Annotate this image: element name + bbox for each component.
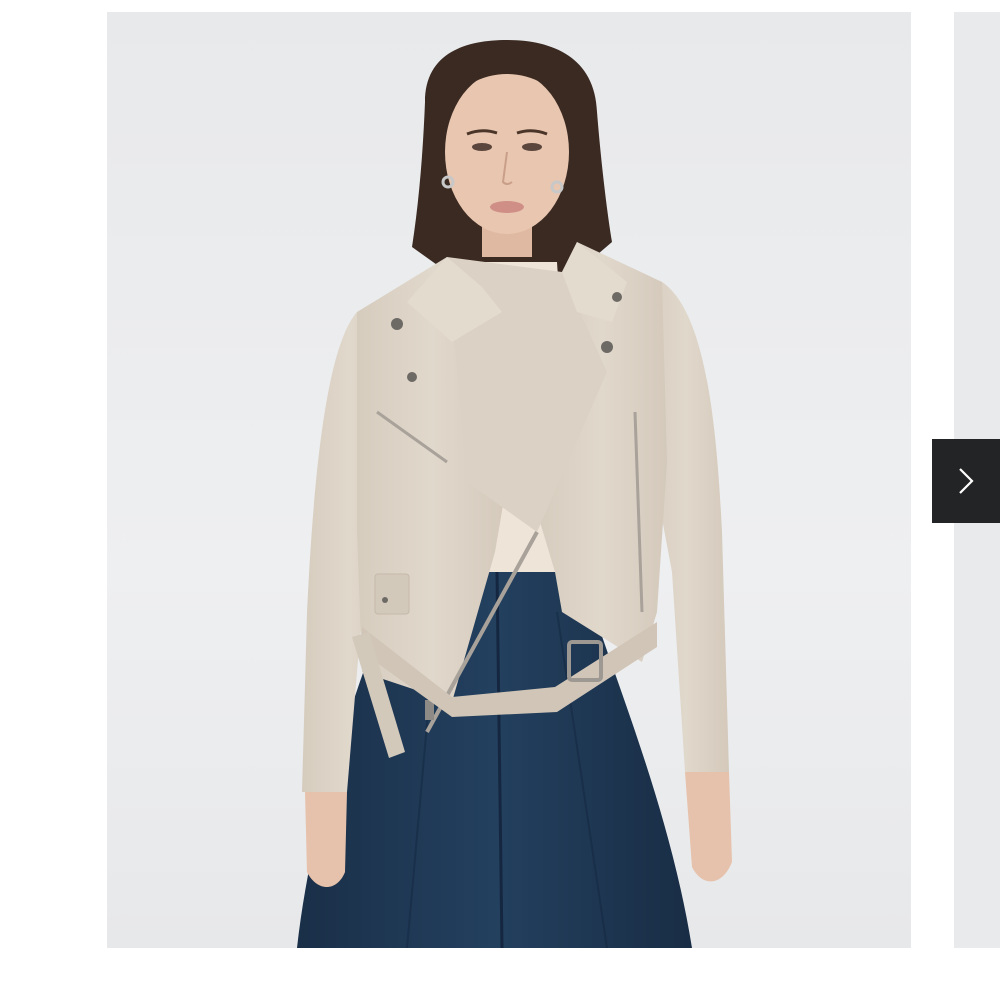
- product-image-carousel: [0, 0, 1000, 998]
- next-image-button[interactable]: [932, 439, 1000, 523]
- chevron-right-icon: [959, 468, 974, 494]
- model-photo-illustration: [107, 12, 911, 948]
- product-image-main[interactable]: [107, 12, 911, 948]
